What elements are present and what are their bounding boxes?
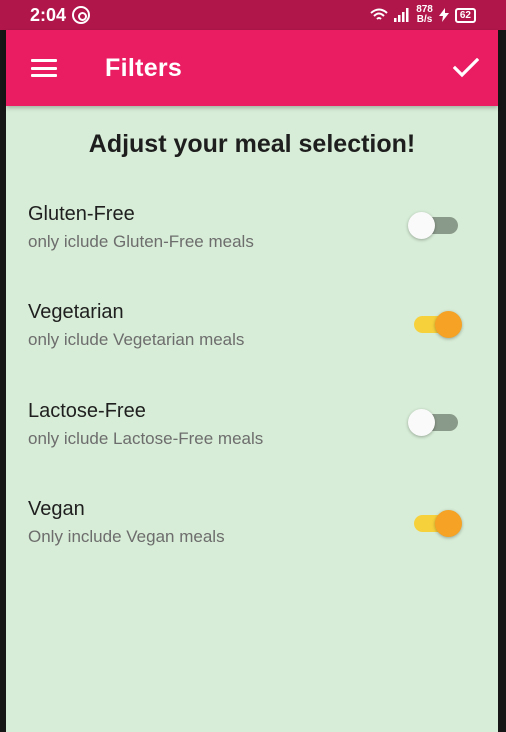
status-left: 2:04	[30, 4, 91, 26]
switch-thumb	[408, 212, 435, 239]
signal-icon	[394, 8, 410, 22]
charging-bolt-icon	[438, 8, 449, 22]
filter-subtitle: only iclude Lactose-Free meals	[28, 429, 264, 448]
filter-subtitle: Only include Vegan meals	[28, 527, 225, 546]
page-heading: Adjust your meal selection!	[88, 130, 416, 158]
switch-thumb	[408, 409, 435, 436]
screen-frame-right	[498, 0, 506, 732]
gluten-free-switch[interactable]	[408, 210, 462, 240]
filter-vegan[interactable]: Vegan Only include Vegan meals	[6, 498, 498, 568]
network-speed-unit: B/s	[416, 14, 433, 25]
status-right: 878 B/s 62	[370, 5, 476, 25]
status-bar: 2:04 878 B/s 62	[0, 0, 506, 30]
check-icon	[453, 58, 479, 78]
app-title: Filters	[105, 53, 183, 82]
wifi-icon	[370, 8, 388, 22]
switch-thumb	[435, 311, 462, 338]
sync-icon	[72, 6, 91, 24]
vegan-switch[interactable]	[408, 508, 462, 538]
filter-title: Vegan	[28, 498, 85, 520]
vegetarian-switch[interactable]	[408, 309, 462, 339]
filter-gluten-free[interactable]: Gluten-Free only iclude Gluten-Free meal…	[6, 203, 498, 273]
filter-subtitle: only iclude Vegetarian meals	[28, 330, 245, 349]
lactose-free-switch[interactable]	[408, 407, 462, 437]
filter-vegetarian[interactable]: Vegetarian only iclude Vegetarian meals	[6, 301, 498, 371]
hamburger-menu-icon	[31, 59, 57, 77]
filter-lactose-free[interactable]: Lactose-Free only iclude Lactose-Free me…	[6, 400, 498, 470]
filter-title: Vegetarian	[28, 301, 124, 323]
network-speed: 878 B/s	[416, 5, 433, 25]
switch-thumb	[435, 510, 462, 537]
app-bar: Filters	[6, 30, 498, 106]
battery-indicator: 62	[454, 7, 476, 23]
filter-title: Gluten-Free	[28, 203, 135, 225]
filter-subtitle: only iclude Gluten-Free meals	[28, 232, 254, 251]
filter-title: Lactose-Free	[28, 400, 146, 422]
filters-content: Adjust your meal selection! Gluten-Free …	[6, 106, 498, 732]
save-filters-button[interactable]	[436, 30, 496, 106]
menu-button[interactable]	[18, 30, 70, 106]
status-time: 2:04	[30, 4, 67, 25]
